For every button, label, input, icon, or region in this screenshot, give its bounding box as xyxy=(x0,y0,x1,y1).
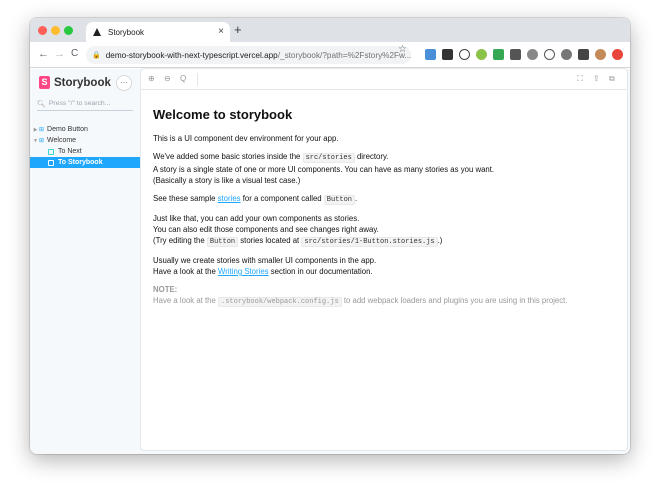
stories-link[interactable]: stories xyxy=(218,194,241,203)
storybook-favicon-icon xyxy=(93,28,101,36)
sidebar-item-to-storybook[interactable]: To Storybook xyxy=(30,157,141,168)
sidebar-item-label: To Next xyxy=(58,148,82,155)
new-tab-button[interactable]: + xyxy=(234,23,242,37)
text: directory. xyxy=(356,152,389,161)
browser-window: Storybook × + ← → C 🔒 demo-storybook-wit… xyxy=(30,18,630,454)
profile-avatar[interactable] xyxy=(595,49,606,60)
toolbar-divider xyxy=(197,73,198,86)
extension-info-icon[interactable] xyxy=(459,49,470,60)
tab-title: Storybook xyxy=(108,27,145,37)
zoom-out-icon[interactable]: ⊖ xyxy=(164,74,171,84)
search-box: 🔍︎ xyxy=(37,97,134,111)
storybook-badge-icon: S xyxy=(39,76,50,89)
url-host: demo-storybook-with-next-typescript.verc… xyxy=(105,50,278,60)
search-input[interactable] xyxy=(48,100,134,107)
back-icon[interactable]: ← xyxy=(38,47,49,61)
edit-paragraph: Just like that, you can add your own com… xyxy=(153,213,623,248)
sample-paragraph: See these sample stories for a component… xyxy=(153,193,623,206)
text: Have a look at the xyxy=(153,267,216,276)
sidebar-item-label: Welcome xyxy=(47,137,77,144)
sidebar: S Storybook ··· 🔍︎ ▶ ⊞ Demo Button ▼ ⊞ W… xyxy=(30,69,141,454)
story-icon xyxy=(48,159,54,166)
note-title: NOTE: xyxy=(153,285,178,294)
search-icon: 🔍︎ xyxy=(37,100,46,108)
text: . xyxy=(355,194,358,203)
sidebar-item-welcome[interactable]: ▼ ⊞ Welcome xyxy=(30,135,141,146)
text: stories located at xyxy=(240,236,300,245)
browser-toolbar: ← → C 🔒 demo-storybook-with-next-typescr… xyxy=(30,42,630,68)
storybook-brand-name: Storybook xyxy=(54,76,111,89)
extension-block-icon[interactable] xyxy=(544,49,555,60)
forward-icon[interactable]: → xyxy=(54,47,65,61)
text: (Basically a story is like a visual test… xyxy=(153,176,301,185)
copy-link-icon[interactable]: ⧉ xyxy=(609,74,615,84)
text: See these sample xyxy=(153,194,216,203)
stories-paragraph: We've added some basic stories inside th… xyxy=(153,151,623,186)
extensions-puzzle-icon[interactable] xyxy=(578,49,589,60)
intro-text: This is a UI component dev environment f… xyxy=(153,134,339,143)
reload-icon[interactable]: C xyxy=(71,47,78,61)
extension-translate-icon[interactable] xyxy=(425,49,436,60)
share-icon[interactable]: ⇪ xyxy=(593,74,600,84)
tab-close-icon[interactable]: × xyxy=(218,27,224,37)
maximize-window-button[interactable] xyxy=(64,26,73,35)
component-icon: ⊞ xyxy=(39,127,45,133)
code-snippet: Button xyxy=(206,237,239,247)
fullscreen-icon[interactable]: ⛶ xyxy=(577,74,583,84)
welcome-document: Welcome to storybook This is a UI compon… xyxy=(153,107,623,315)
text: to add webpack loaders and plugins you a… xyxy=(343,296,568,305)
story-icon xyxy=(48,148,54,155)
extension-globe-icon[interactable] xyxy=(561,49,572,60)
sidebar-menu-button[interactable]: ··· xyxy=(116,75,132,91)
extension-beta-icon[interactable] xyxy=(493,49,504,60)
tab-strip: Storybook × + xyxy=(30,18,630,42)
extension-image-icon[interactable] xyxy=(510,49,521,60)
minimize-window-button[interactable] xyxy=(51,26,60,35)
text: A story is a single state of one or more… xyxy=(153,165,495,174)
zoom-reset-icon[interactable]: Q xyxy=(180,74,186,84)
extension-green-icon[interactable] xyxy=(476,49,487,60)
text: Usually we create stories with smaller U… xyxy=(153,256,377,265)
text: for a component called xyxy=(242,194,322,203)
intro-paragraph: This is a UI component dev environment f… xyxy=(153,133,623,144)
note-paragraph: Have a look at the .storybook/webpack.co… xyxy=(153,295,623,308)
url-path: /_storybook/?path=%2Fstory%2Fw... xyxy=(277,50,411,60)
browser-tab[interactable]: Storybook × xyxy=(86,22,230,42)
writing-stories-link[interactable]: Writing Stories xyxy=(218,267,269,276)
storybook-logo[interactable]: S Storybook xyxy=(39,76,111,89)
docs-paragraph: Usually we create stories with smaller U… xyxy=(153,255,623,277)
code-snippet: src/stories xyxy=(302,153,355,163)
text: Have a look at the xyxy=(153,296,216,305)
address-bar[interactable]: 🔒 demo-storybook-with-next-typescript.ve… xyxy=(86,46,411,64)
storybook-app: S Storybook ··· 🔍︎ ▶ ⊞ Demo Button ▼ ⊞ W… xyxy=(30,69,630,454)
close-window-button[interactable] xyxy=(38,26,47,35)
text: Just like that, you can add your own com… xyxy=(153,214,360,223)
page-title: Welcome to storybook xyxy=(153,107,293,122)
star-icon[interactable]: ☆ xyxy=(398,44,407,55)
chevron-right-icon: ▶ xyxy=(33,126,38,133)
code-snippet: src/stories/1-Button.stories.js xyxy=(301,237,438,247)
chevron-down-icon: ▼ xyxy=(33,137,38,144)
extension-qr-icon[interactable] xyxy=(442,49,453,60)
text: section in our documentation. xyxy=(270,267,373,276)
text: (Try editing the xyxy=(153,236,205,245)
component-icon: ⊞ xyxy=(39,138,45,144)
lock-icon: 🔒 xyxy=(92,52,101,59)
code-snippet: .storybook/webpack.config.js xyxy=(218,297,342,307)
text: We've added some basic stories inside th… xyxy=(153,152,301,161)
code-snippet: Button xyxy=(323,195,356,205)
preview-panel: ⊕ ⊖ Q ⛶ ⇪ ⧉ Welcome to storybook This is… xyxy=(141,69,627,450)
sidebar-item-label: Demo Button xyxy=(47,126,88,133)
zoom-in-icon[interactable]: ⊕ xyxy=(148,74,155,84)
text: You can also edit those components and s… xyxy=(153,225,379,234)
preview-toolbar: ⊕ ⊖ Q ⛶ ⇪ ⧉ xyxy=(141,69,627,90)
sidebar-item-to-next[interactable]: To Next xyxy=(30,146,141,157)
sidebar-item-label: To Storybook xyxy=(58,159,103,166)
extension-cloud-icon[interactable] xyxy=(527,49,538,60)
sidebar-item-demo-button[interactable]: ▶ ⊞ Demo Button xyxy=(30,124,141,135)
text: .) xyxy=(437,236,443,245)
extension-red-icon[interactable] xyxy=(612,49,623,60)
